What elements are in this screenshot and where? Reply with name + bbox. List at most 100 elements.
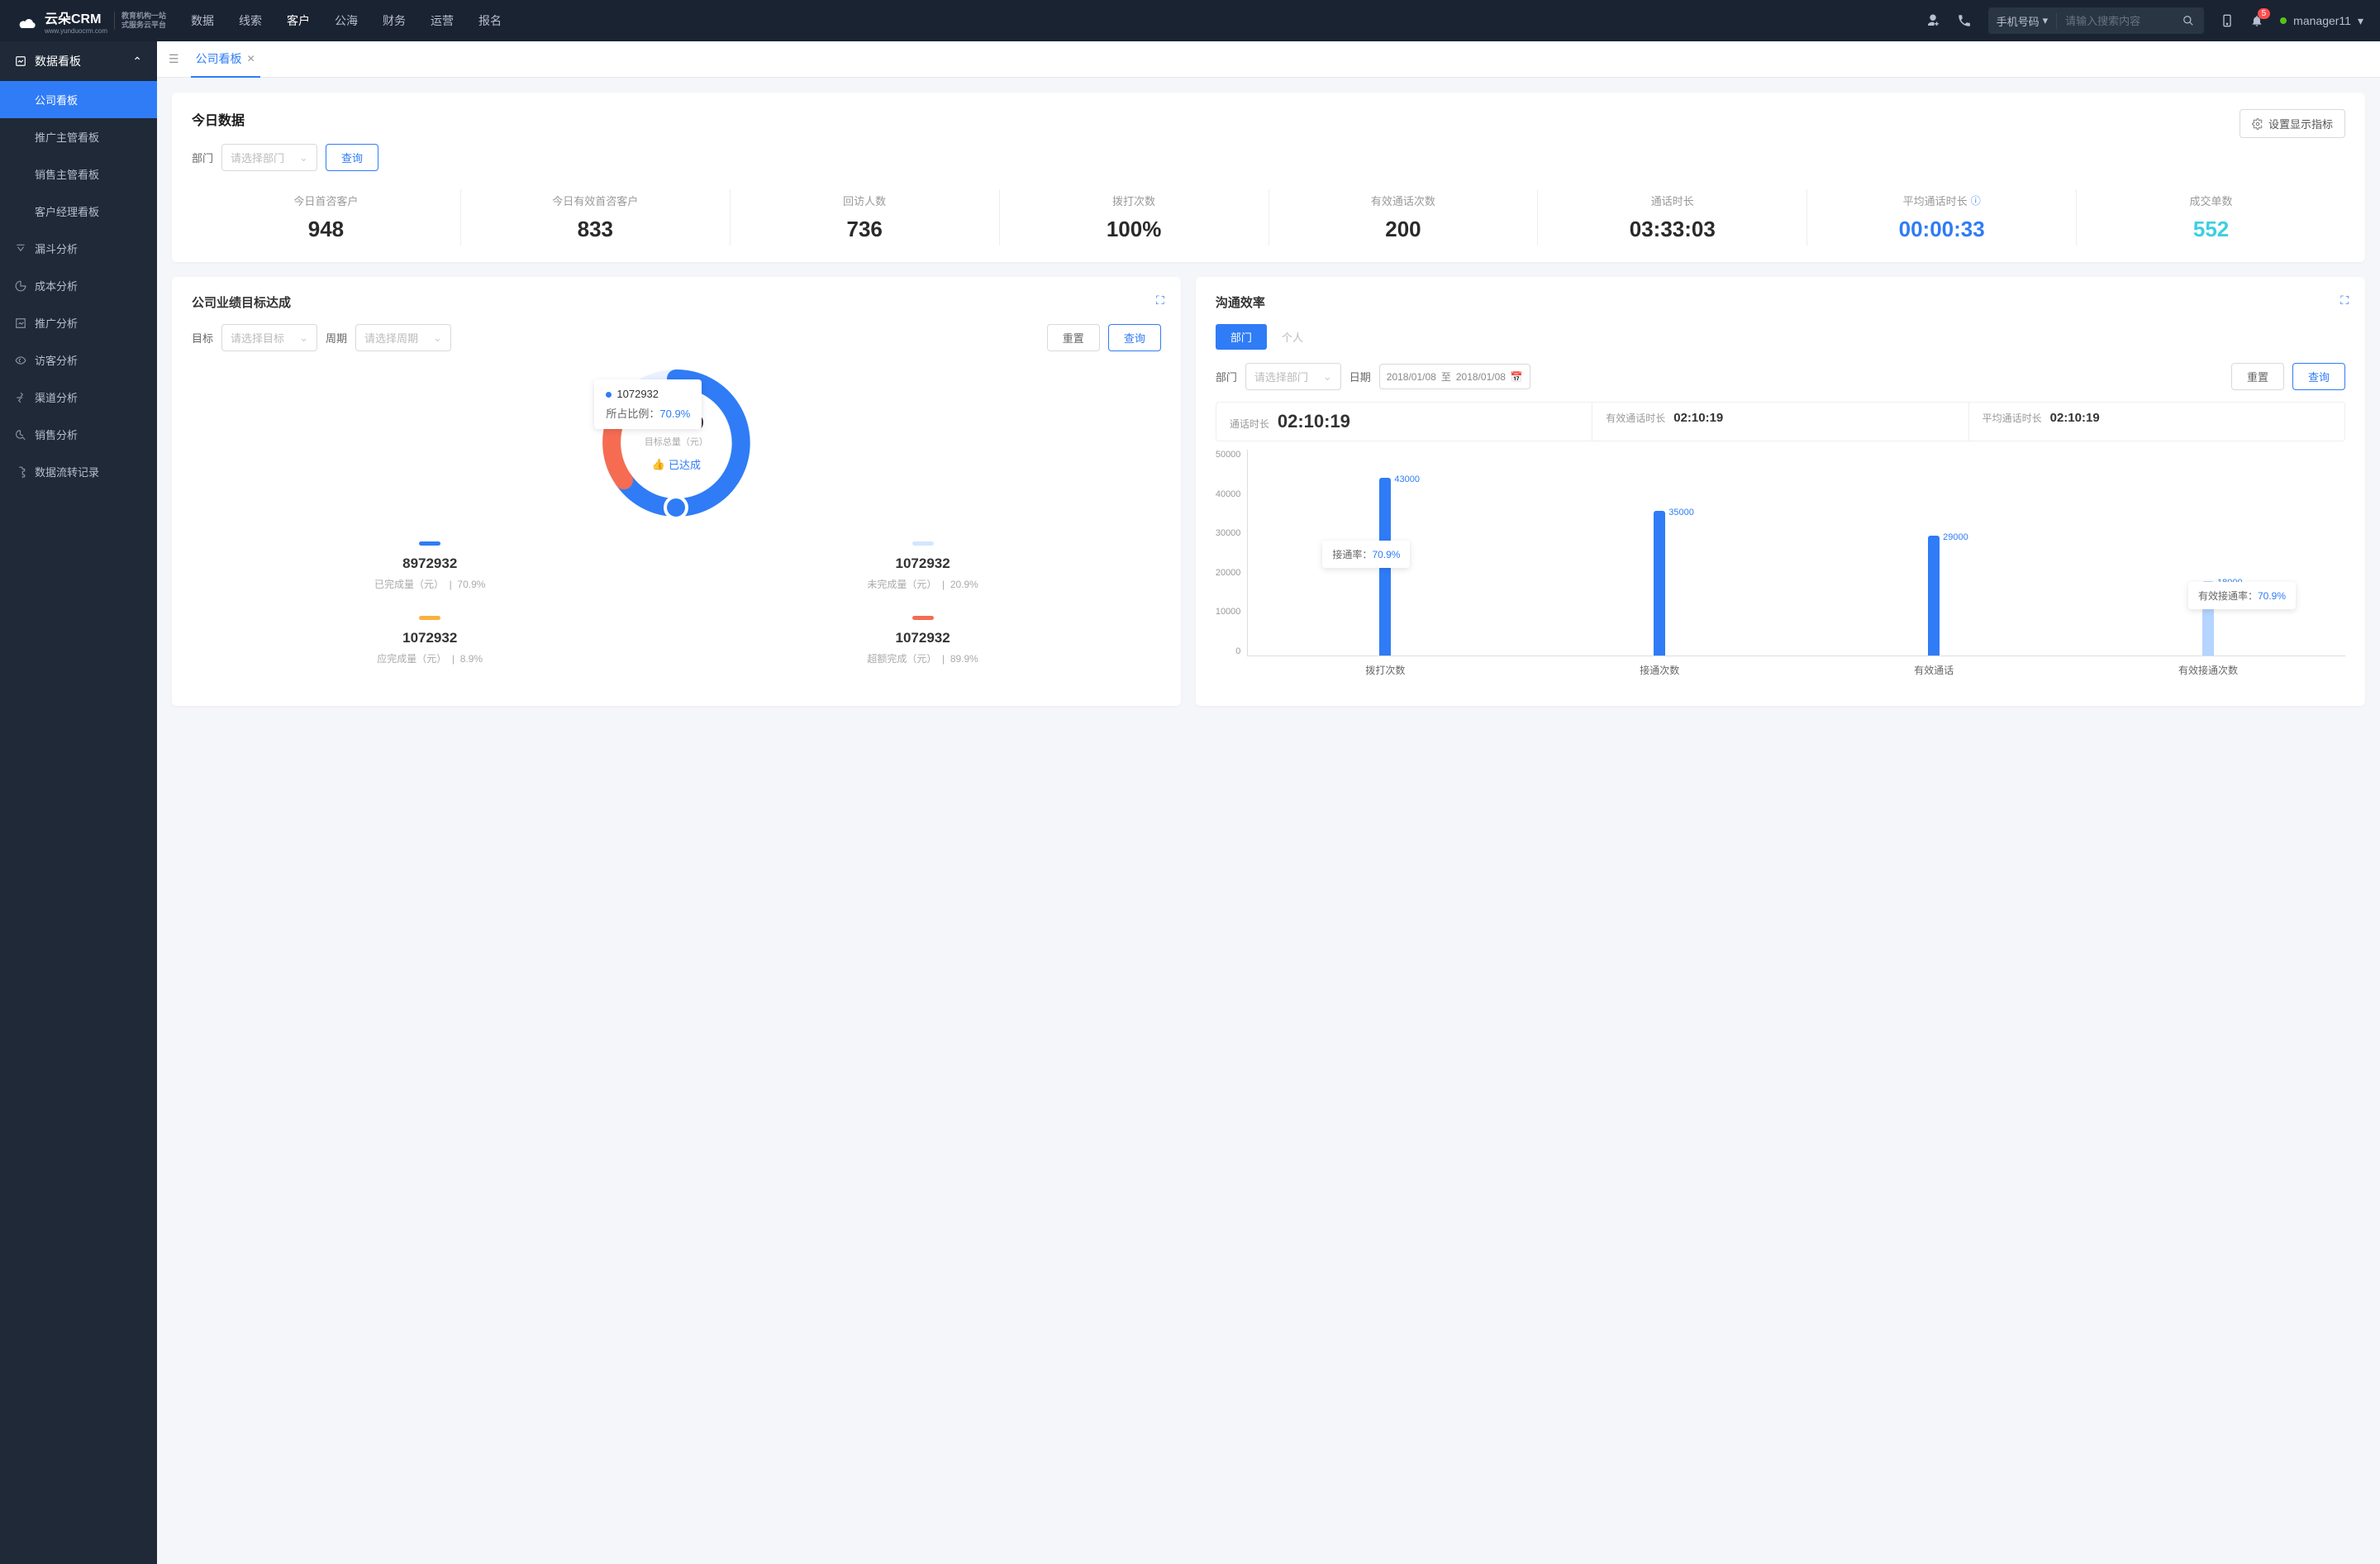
reset-button[interactable]: 重置	[1047, 324, 1100, 351]
chevron-down-icon: ▾	[2043, 14, 2049, 27]
brand-logo: 云朵CRM www.yunduocrm.com 教育机构一站 式服务云平台	[17, 7, 166, 35]
sidebar-item[interactable]: 访客分析	[0, 341, 157, 379]
metric: 拨打次数100%	[1000, 189, 1269, 246]
sidebar-item[interactable]: 渠道分析	[0, 379, 157, 416]
date-range-input[interactable]: 2018/01/08 至 2018/01/08 📅	[1379, 364, 1530, 389]
brand-name: 云朵CRM	[45, 7, 107, 27]
menu-icon	[15, 355, 26, 366]
hamburger-icon[interactable]: ☰	[169, 52, 179, 66]
dept-select[interactable]: 请选择部门 ⌄	[221, 144, 317, 171]
expand-icon[interactable]: ⛶	[1156, 293, 1164, 308]
info-icon: ⓘ	[1971, 193, 1981, 207]
tab-company-dashboard[interactable]: 公司看板 ✕	[191, 41, 260, 78]
efficiency-title: 沟通效率	[1216, 293, 2345, 311]
tab-dept[interactable]: 部门	[1216, 324, 1267, 350]
duration-cell: 有效通话时长02:10:19	[1592, 403, 1968, 441]
today-title: 今日数据	[192, 109, 378, 129]
nav-item[interactable]: 客户	[287, 12, 310, 29]
search-box: 手机号码 ▾	[1988, 7, 2205, 34]
dept-label: 部门	[192, 150, 213, 165]
nav-item[interactable]: 数据	[191, 12, 214, 29]
bar-group: 29000	[1797, 536, 2071, 656]
donut-chart: 1072932 所占比例：70.9% 100000 目标总量（	[597, 365, 754, 522]
tab-person[interactable]: 个人	[1267, 324, 1318, 350]
search-type-select[interactable]: 手机号码 ▾	[1988, 13, 2058, 29]
legend-item: 1072932超额完成（元） | 89.9%	[684, 616, 1160, 665]
sidebar-group-dashboard[interactable]: 数据看板 ⌃	[0, 41, 157, 81]
chevron-up-icon: ⌃	[132, 55, 142, 69]
notification-badge: 5	[2258, 8, 2271, 19]
nav-item[interactable]: 线索	[239, 12, 262, 29]
reset-button[interactable]: 重置	[2231, 363, 2284, 390]
search-input[interactable]	[2057, 15, 2173, 27]
target-select[interactable]: 请选择目标 ⌄	[221, 324, 317, 351]
goal-card: ⛶ 公司业绩目标达成 目标 请选择目标 ⌄ 周期 请选择周期 ⌄	[172, 277, 1181, 706]
phone-icon[interactable]	[1957, 13, 1972, 28]
sidebar-item[interactable]: 公司看板	[0, 81, 157, 118]
metric: 平均通话时长ⓘ00:00:33	[1807, 189, 2077, 246]
today-card: 今日数据 部门 请选择部门 ⌄ 查询 设置显示指标	[172, 93, 2365, 262]
user-menu[interactable]: manager11 ▾	[2280, 14, 2363, 28]
sidebar-item[interactable]: 推广主管看板	[0, 118, 157, 155]
query-button[interactable]: 查询	[326, 144, 378, 171]
chevron-down-icon: ⌄	[299, 331, 308, 345]
dashboard-icon	[15, 55, 26, 67]
bell-icon[interactable]: 5	[2250, 13, 2263, 28]
metric: 今日有效首咨客户833	[461, 189, 731, 246]
user-name: manager11	[2293, 14, 2351, 27]
sidebar: 数据看板 ⌃ 公司看板推广主管看板销售主管看板客户经理看板 漏斗分析成本分析推广…	[0, 41, 157, 1564]
nav-item[interactable]: 报名	[478, 12, 502, 29]
calendar-icon: 📅	[1511, 371, 1523, 383]
tabs-bar: ☰ 公司看板 ✕	[157, 41, 2380, 78]
metric: 通话时长03:33:03	[1538, 189, 1807, 246]
legend-item: 1072932应完成量（元） | 8.9%	[192, 616, 668, 665]
query-button[interactable]: 查询	[1108, 324, 1161, 351]
sidebar-item[interactable]: 销售主管看板	[0, 155, 157, 193]
metric: 今日首咨客户948	[192, 189, 461, 246]
sidebar-item[interactable]: 销售分析	[0, 416, 157, 453]
period-select[interactable]: 请选择周期 ⌄	[355, 324, 451, 351]
chevron-down-icon: ⌄	[433, 331, 442, 345]
menu-icon	[15, 429, 26, 441]
menu-icon	[15, 317, 26, 329]
bar-group: 35000	[1522, 511, 1797, 656]
settings-metrics-button[interactable]: 设置显示指标	[2240, 109, 2345, 138]
expand-icon[interactable]: ⛶	[2340, 293, 2349, 308]
nav-item[interactable]: 公海	[335, 12, 358, 29]
gear-icon	[2252, 118, 2263, 130]
search-icon[interactable]	[2173, 15, 2204, 26]
nav-item[interactable]: 运营	[431, 12, 454, 29]
efficiency-card: ⛶ 沟通效率 部门 个人 部门 请选择部门 ⌄ 日期 2	[1196, 277, 2365, 706]
duration-cell: 平均通话时长02:10:19	[1969, 403, 2344, 441]
mobile-icon[interactable]	[2221, 13, 2234, 28]
menu-icon	[15, 392, 26, 403]
bar-chart: 50000400003000020000100000 接通率：70.9% 有效接…	[1216, 450, 2345, 689]
metric: 回访人数736	[731, 189, 1000, 246]
sidebar-item[interactable]: 数据流转记录	[0, 453, 157, 490]
menu-icon	[15, 466, 26, 478]
eff-dept-select[interactable]: 请选择部门 ⌄	[1245, 363, 1341, 390]
chart-tooltip-1: 接通率：70.9%	[1322, 541, 1410, 568]
menu-icon	[15, 280, 26, 292]
sidebar-item[interactable]: 成本分析	[0, 267, 157, 304]
chevron-down-icon: ⌄	[1323, 370, 1332, 384]
legend-item: 1072932未完成量（元） | 20.9%	[684, 541, 1160, 591]
chart-tooltip-2: 有效接通率：70.9%	[2188, 582, 2296, 609]
sidebar-item[interactable]: 漏斗分析	[0, 230, 157, 267]
close-icon[interactable]: ✕	[247, 53, 255, 64]
query-button[interactable]: 查询	[2292, 363, 2345, 390]
legend-item: 8972932已完成量（元） | 70.9%	[192, 541, 668, 591]
user-add-icon[interactable]	[1925, 13, 1940, 28]
sidebar-item[interactable]: 推广分析	[0, 304, 157, 341]
goal-title: 公司业绩目标达成	[192, 293, 1161, 311]
top-nav: 数据 线索 客户 公海 财务 运营 报名	[191, 12, 1925, 29]
duration-cell: 通话时长02:10:19	[1216, 403, 1592, 441]
sidebar-item[interactable]: 客户经理看板	[0, 193, 157, 230]
thumbs-up-icon: 👍	[652, 458, 665, 471]
metric: 有效通话次数200	[1269, 189, 1539, 246]
donut-tooltip: 1072932 所占比例：70.9%	[594, 379, 702, 429]
metric: 成交单数552	[2077, 189, 2345, 246]
chevron-down-icon: ▾	[2358, 14, 2363, 28]
nav-item[interactable]: 财务	[383, 12, 406, 29]
status-dot-icon	[2280, 17, 2287, 24]
